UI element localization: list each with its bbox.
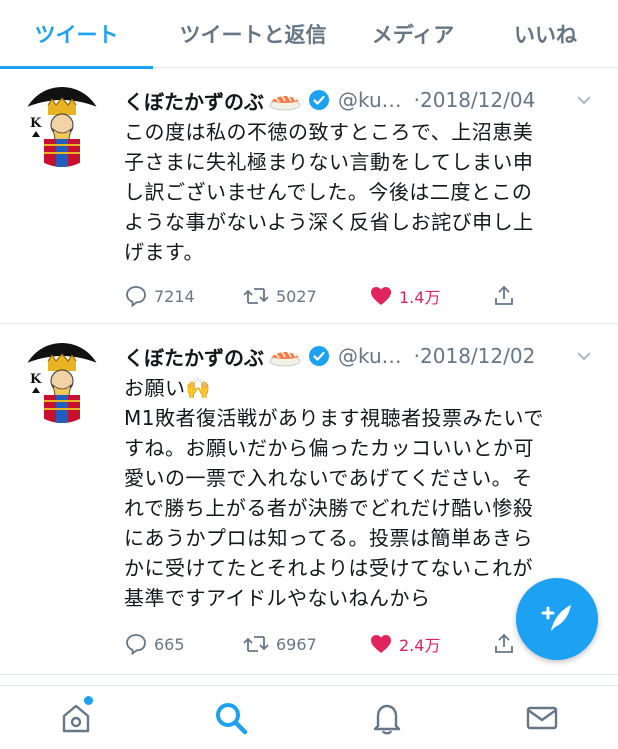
display-name[interactable]: くぼたかずのぶ: [124, 86, 264, 115]
reply-count: 665: [154, 634, 185, 654]
tweet-text-line: すね。お願いだから偏ったカッコいいとか可: [124, 436, 534, 460]
compose-icon: [541, 605, 571, 631]
like-count: 2.4万: [399, 636, 441, 655]
reply-count: 7214: [154, 286, 195, 306]
bottom-navigation: [0, 685, 618, 749]
tab-tweets[interactable]: ツイート: [0, 0, 153, 69]
retweet-icon: [243, 636, 269, 652]
tab-tweets-and-replies[interactable]: ツイートと返信: [153, 0, 353, 68]
share-icon: [495, 285, 513, 305]
display-name[interactable]: くぼたかずのぶ: [124, 342, 264, 371]
heart-icon: [371, 635, 391, 653]
reply-button[interactable]: 7214: [124, 281, 195, 311]
tweet-text-line: にあうかプロは知ってる。投票は簡単あきら: [124, 526, 533, 550]
share-button[interactable]: [492, 629, 522, 659]
tweet[interactable]: K くぼたかずのぶ @ku… ·2018/12/04 この度は私の不徳の致すとこ…: [0, 69, 618, 324]
tweet-actions: 7214 5027 1.4万: [124, 281, 594, 311]
tweet-text-line: れで勝ち上がる者が決勝でどれだけ酷い惨殺: [124, 496, 534, 520]
tweet-text-line: M1敗者復活戦があります視聴者投票みたいで: [124, 406, 544, 430]
svg-text:K: K: [30, 372, 42, 387]
tweet-date[interactable]: ·2018/12/02: [414, 344, 536, 368]
retweet-icon: [243, 288, 269, 304]
tweet-date[interactable]: ·2018/12/04: [414, 88, 536, 112]
retweet-count: 5027: [276, 286, 317, 306]
tab-label: ツイート: [34, 23, 119, 47]
chevron-down-icon[interactable]: [574, 346, 594, 366]
tweet-text-line: お願い🙌: [124, 376, 211, 400]
like-button[interactable]: 1.4万: [369, 281, 440, 311]
tweet-text-line: 愛いの一票で入れないであげてください。そ: [124, 466, 533, 490]
like-button[interactable]: 2.4万: [369, 629, 440, 659]
retweet-button[interactable]: 6967: [242, 629, 317, 659]
user-handle[interactable]: @ku…: [338, 88, 402, 112]
profile-tabs: ツイート ツイートと返信 メディア いいね: [0, 0, 618, 69]
avatar[interactable]: K: [22, 343, 102, 423]
share-icon: [495, 633, 513, 653]
tweet-text-line: ような事がないよう深く反省しお詫び申し上: [124, 210, 534, 234]
svg-text:K: K: [30, 116, 42, 131]
tweet-text-line: し訳ございませんでした。今後は二度とこの: [124, 180, 533, 204]
avatar[interactable]: K: [22, 87, 102, 167]
search-icon[interactable]: [213, 700, 249, 736]
tab-label: ツイートと返信: [179, 23, 327, 47]
retweet-button[interactable]: 5027: [242, 281, 317, 311]
notification-dot: [84, 696, 93, 705]
reply-icon: [126, 634, 146, 656]
verified-badge-icon: [308, 89, 330, 111]
tweet-header: くぼたかずのぶ @ku… ·2018/12/02: [124, 339, 594, 373]
sushi-icon: [268, 89, 302, 111]
tweet-text-line: げます。: [124, 240, 204, 264]
reply-button[interactable]: 665: [124, 629, 185, 659]
tweet-text-line: かに受けてたとそれよりは受けてないこれが: [124, 556, 533, 580]
tab-media[interactable]: メディア: [353, 0, 473, 68]
tab-label: メディア: [371, 23, 455, 47]
tweet-header: くぼたかずのぶ @ku… ·2018/12/04: [124, 83, 594, 117]
messages-icon[interactable]: [524, 700, 560, 736]
home-icon[interactable]: [58, 700, 94, 736]
tweet-text-line: 子さまに失礼極まりない言動をしてしまい申: [124, 150, 534, 174]
notifications-icon[interactable]: [369, 700, 405, 736]
chevron-down-icon[interactable]: [574, 90, 594, 110]
tab-label: いいね: [514, 23, 577, 47]
tab-likes[interactable]: いいね: [473, 0, 618, 68]
compose-tweet-button[interactable]: [516, 578, 598, 660]
sushi-icon: [268, 345, 302, 367]
heart-icon: [371, 287, 391, 305]
retweet-count: 6967: [276, 634, 317, 654]
share-button[interactable]: [492, 281, 522, 311]
tweet-text: お願い🙌 M1敗者復活戦があります視聴者投票みたいで すね。お願いだから偏ったカ…: [124, 373, 594, 613]
like-count: 1.4万: [399, 288, 441, 307]
tweet-text: この度は私の不徳の致すところで、上沼恵美 子さまに失礼極まりない言動をしてしまい…: [124, 117, 594, 267]
verified-badge-icon: [308, 345, 330, 367]
reply-icon: [126, 286, 146, 308]
tweet-text-line: この度は私の不徳の致すところで、上沼恵美: [124, 120, 534, 144]
user-handle[interactable]: @ku…: [338, 344, 402, 368]
